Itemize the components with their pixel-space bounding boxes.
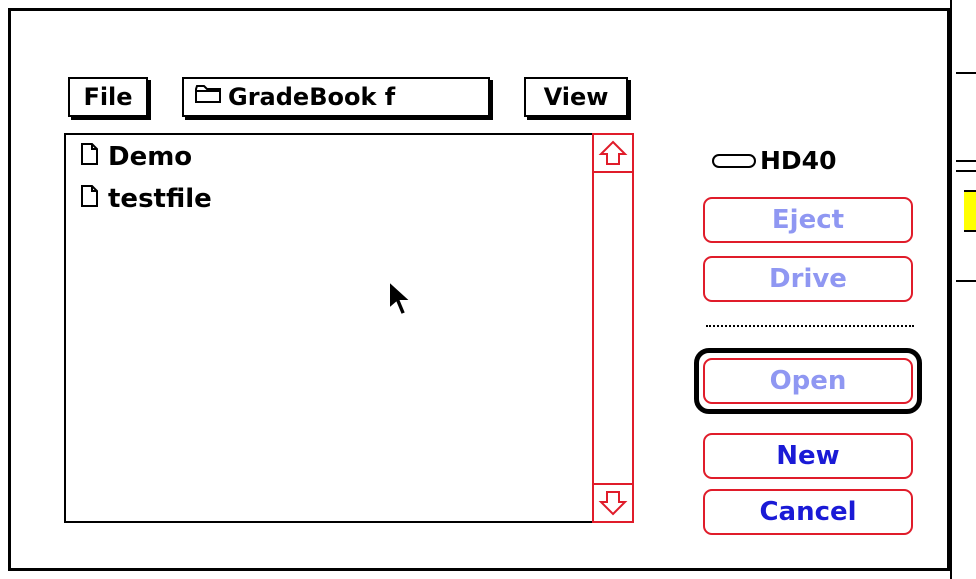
file-list-item[interactable]: Demo [80, 140, 192, 174]
scroll-down-arrow-icon[interactable] [594, 483, 632, 521]
file-list-item[interactable]: testfile [80, 182, 212, 216]
background-window-line [956, 72, 976, 74]
folder-popup-menu[interactable]: GradeBook f [182, 77, 490, 117]
open-button[interactable]: Open [703, 358, 913, 404]
file-list-scrollbar[interactable] [592, 133, 634, 523]
cancel-button[interactable]: Cancel [703, 489, 913, 535]
hard-disk-icon [712, 146, 756, 175]
scroll-up-arrow-icon[interactable] [594, 135, 632, 173]
file-name: testfile [108, 184, 212, 214]
document-icon [80, 142, 98, 172]
background-window-line [956, 170, 976, 172]
view-menu-button[interactable]: View [524, 77, 628, 117]
drive-button[interactable]: Drive [703, 256, 913, 302]
background-window-edge [950, 0, 976, 579]
document-icon [80, 184, 98, 214]
background-window-highlight [964, 190, 976, 232]
file-list[interactable]: Demo testfile [64, 133, 634, 523]
disk-name: HD40 [760, 145, 837, 175]
button-separator [706, 325, 914, 327]
new-button[interactable]: New [703, 433, 913, 479]
background-window-line [956, 160, 976, 162]
mouse-pointer-icon [387, 278, 415, 327]
eject-button[interactable]: Eject [703, 197, 913, 243]
folder-icon [194, 79, 222, 115]
background-window-line [956, 280, 976, 282]
file-menu-button[interactable]: File [68, 77, 148, 117]
folder-popup-label: GradeBook f [228, 83, 396, 111]
disk-name-label: HD40 [712, 142, 836, 178]
file-name: Demo [108, 142, 193, 172]
